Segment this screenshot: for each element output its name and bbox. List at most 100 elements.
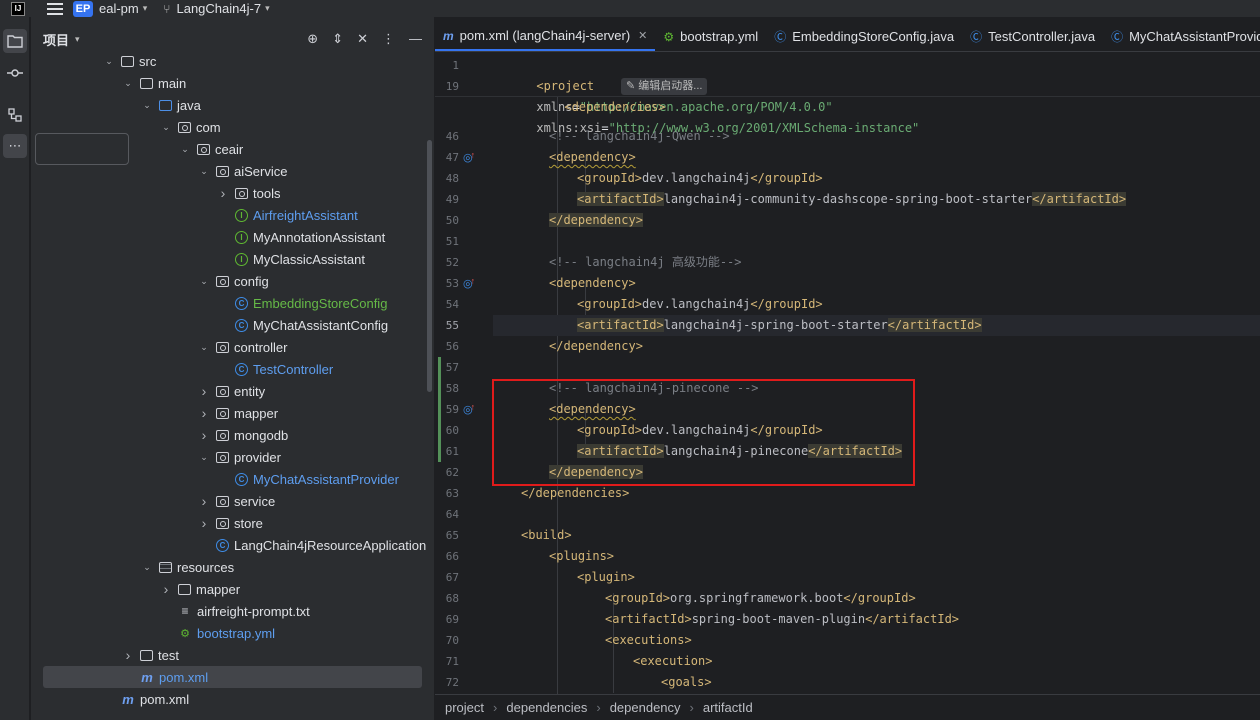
tree-item-controller[interactable]: ⌄ controller: [198, 336, 287, 358]
code-line[interactable]: <artifactId>spring-boot-maven-plugin</ar…: [493, 609, 959, 630]
tree-item-config[interactable]: ⌄ config: [198, 270, 268, 292]
tree-item-pom-xml[interactable]: m pom.xml: [103, 688, 189, 710]
code-line[interactable]: </dependencies>: [493, 483, 629, 504]
code-line[interactable]: <goals>: [493, 672, 712, 693]
tree-item-com[interactable]: ⌄ com: [160, 116, 220, 138]
chevron-down-icon[interactable]: ▾: [75, 34, 80, 45]
tree-item-langchain4jresourceapplication[interactable]: C LangChain4jResourceApplication: [198, 534, 426, 556]
more-tools-icon[interactable]: ⋯: [3, 134, 27, 158]
chevron-down-icon[interactable]: ⌄: [179, 144, 191, 155]
code-line[interactable]: <artifactId>langchain4j-spring-boot-star…: [493, 315, 1260, 336]
tree-item-provider[interactable]: ⌄ provider: [198, 446, 281, 468]
chevron-right-icon[interactable]: ›: [198, 427, 210, 443]
chevron-down-icon[interactable]: ⌄: [198, 166, 210, 177]
tree-item-airfreight-prompt-txt[interactable]: ≡ airfreight-prompt.txt: [160, 600, 309, 622]
chevron-down-icon[interactable]: ▾: [265, 3, 270, 14]
chevron-right-icon[interactable]: ›: [198, 515, 210, 531]
chevron-down-icon[interactable]: ⌄: [141, 562, 153, 573]
tree-item-bootstrap-yml[interactable]: ⚙ bootstrap.yml: [160, 622, 275, 644]
options-menu-icon[interactable]: ⋮: [382, 31, 395, 47]
intellij-logo-icon[interactable]: IJ: [11, 1, 25, 16]
breadcrumb-item-artifactid[interactable]: artifactId: [703, 700, 753, 715]
tree-item-mychatassistantconfig[interactable]: C MyChatAssistantConfig: [217, 314, 388, 336]
code-line[interactable]: <groupId>dev.langchain4j</groupId>: [493, 168, 823, 189]
tree-item-store[interactable]: › store: [198, 512, 263, 534]
code-line[interactable]: <plugin>: [493, 567, 635, 588]
tree-item-tools[interactable]: › tools: [217, 182, 281, 204]
chevron-down-icon[interactable]: ⌄: [160, 122, 172, 133]
commit-icon[interactable]: [3, 61, 27, 85]
edit-starters-hint[interactable]: ✎ 编辑启动器...: [621, 78, 708, 95]
chevron-right-icon[interactable]: ›: [198, 493, 210, 509]
code-line[interactable]: <groupId>dev.langchain4j</groupId>: [493, 294, 823, 315]
code-area[interactable]: <!-- langchain4j-Qwen --> <dependency> <gr…: [493, 55, 1260, 695]
chevron-down-icon[interactable]: ⌄: [103, 56, 115, 67]
tree-item-src[interactable]: ⌄ src: [103, 50, 156, 72]
tree-item-service[interactable]: › service: [198, 490, 276, 512]
tree-item-mapper[interactable]: › mapper: [160, 578, 240, 600]
main-menu-icon[interactable]: [47, 2, 63, 15]
collapse-all-icon[interactable]: ✕: [357, 31, 368, 47]
tree-item-main[interactable]: ⌄ main: [122, 72, 186, 94]
tab-bootstrap-yml[interactable]: ⚙ bootstrap.yml: [655, 22, 766, 51]
locate-icon[interactable]: ⊕: [307, 31, 318, 47]
code-line[interactable]: </dependency>: [493, 336, 643, 357]
maven-dependency-gutter-icon[interactable]: ◎ ↑: [463, 147, 479, 168]
panel-title[interactable]: 项目: [43, 30, 69, 49]
chevron-down-icon[interactable]: ⌄: [198, 276, 210, 287]
tree-item-mychatassistantprovider[interactable]: C MyChatAssistantProvider: [217, 468, 399, 490]
tree-item-testcontroller[interactable]: C TestController: [217, 358, 333, 380]
expand-collapse-icon[interactable]: ⇕: [332, 31, 343, 47]
tab-mychatassistantprovider-java[interactable]: Ⓒ MyChatAssistantProvider.java: [1103, 22, 1260, 51]
code-line[interactable]: <groupId>org.springframework.boot</group…: [493, 588, 916, 609]
chevron-down-icon[interactable]: ⌄: [198, 342, 210, 353]
code-line[interactable]: </dependency>: [493, 210, 643, 231]
tree-item-resources[interactable]: ⌄ resources: [141, 556, 234, 578]
tree-item-ceair[interactable]: ⌄ ceair: [179, 138, 243, 160]
chevron-right-icon[interactable]: ›: [217, 185, 229, 201]
chevron-down-icon[interactable]: ⌄: [198, 452, 210, 463]
branch-name[interactable]: LangChain4j-7: [176, 1, 261, 16]
tab-pom-xml-langchain4j-server[interactable]: m pom.xml (langChain4j-server) ✕: [435, 22, 656, 51]
hide-panel-icon[interactable]: —: [409, 31, 422, 47]
project-name[interactable]: eal-pm: [99, 1, 139, 16]
tree-item-pom-xml[interactable]: m pom.xml: [43, 666, 422, 688]
tree-item-test[interactable]: › test: [122, 644, 179, 666]
git-branch-icon[interactable]: ⑂: [163, 2, 170, 16]
tab-embeddingstoreconfig-java[interactable]: Ⓒ EmbeddingStoreConfig.java: [766, 22, 962, 51]
project-folder-icon[interactable]: [3, 29, 27, 53]
tree-item-java[interactable]: ⌄ java: [141, 94, 201, 116]
chevron-right-icon[interactable]: ›: [198, 383, 210, 399]
code-line[interactable]: <execution>: [493, 651, 712, 672]
tree-item-airfreightassistant[interactable]: I AirfreightAssistant: [217, 204, 358, 226]
code-line[interactable]: <build>: [493, 525, 572, 546]
tree-item-mongodb[interactable]: › mongodb: [198, 424, 289, 446]
chevron-down-icon[interactable]: ▾: [143, 3, 148, 14]
code-line[interactable]: <plugins>: [493, 546, 614, 567]
project-badge[interactable]: EP: [73, 0, 93, 17]
breadcrumb-item-dependencies[interactable]: dependencies: [506, 700, 587, 715]
tree-item-myclassicassistant[interactable]: I MyClassicAssistant: [217, 248, 365, 270]
chevron-right-icon[interactable]: ›: [122, 647, 134, 663]
code-line[interactable]: <!-- langchain4j 高级功能-->: [493, 252, 742, 273]
chevron-right-icon[interactable]: ›: [160, 581, 172, 597]
code-line[interactable]: <executions>: [493, 630, 692, 651]
code-line[interactable]: <artifactId>langchain4j-community-dashsc…: [493, 189, 1127, 210]
maven-dependency-gutter-icon[interactable]: ◎ ↑: [463, 399, 479, 420]
tree-item-myannotationassistant[interactable]: I MyAnnotationAssistant: [217, 226, 385, 248]
chevron-down-icon[interactable]: ⌄: [141, 100, 153, 111]
sticky-header[interactable]: 1 <project xmlns="http://maven.apache.or…: [435, 55, 1260, 135]
tree-item-embeddingstoreconfig[interactable]: C EmbeddingStoreConfig: [217, 292, 387, 314]
tree-item-mapper[interactable]: › mapper: [198, 402, 278, 424]
chevron-right-icon[interactable]: ›: [198, 405, 210, 421]
tree-item-aiservice[interactable]: ⌄ aiService: [198, 160, 287, 182]
chevron-down-icon[interactable]: ⌄: [122, 78, 134, 89]
structure-icon[interactable]: [3, 103, 27, 127]
close-icon[interactable]: ✕: [638, 29, 647, 42]
maven-dependency-gutter-icon[interactable]: ◎ ↑: [463, 273, 479, 294]
tree-item-entity[interactable]: › entity: [198, 380, 265, 402]
code-line[interactable]: <dependency>: [493, 273, 636, 294]
project-scrollbar[interactable]: [427, 140, 432, 392]
breadcrumb-item-project[interactable]: project: [445, 700, 484, 715]
tab-testcontroller-java[interactable]: Ⓒ TestController.java: [962, 22, 1103, 51]
